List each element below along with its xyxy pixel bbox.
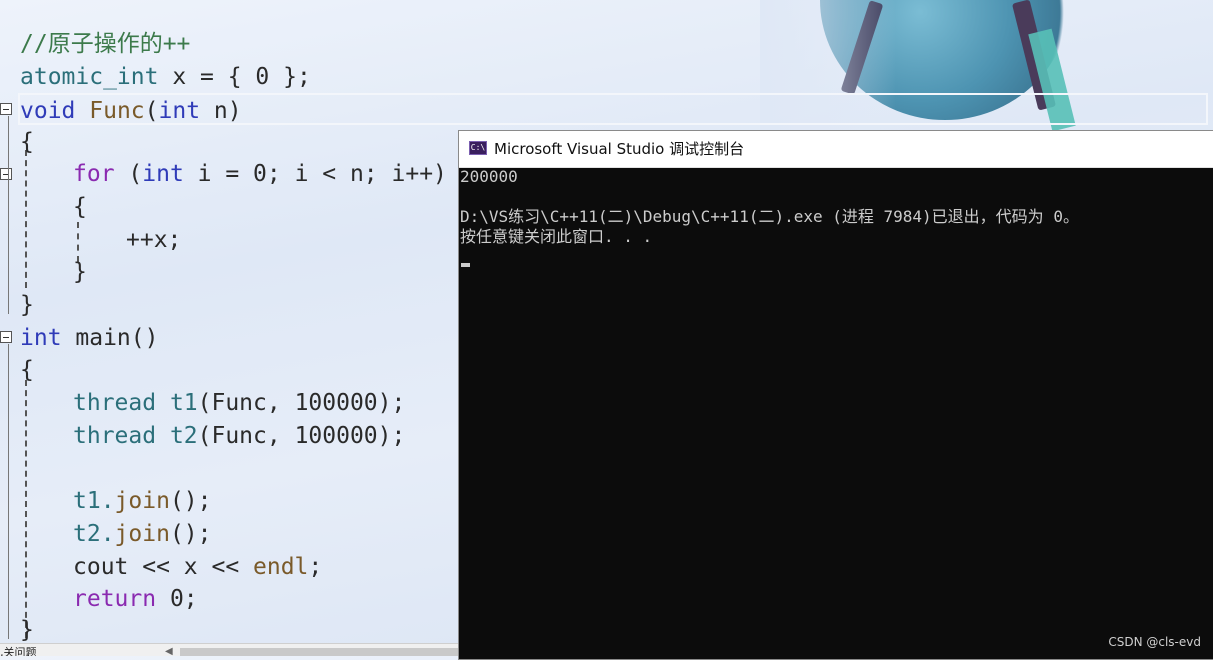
collapse-minus-icon[interactable]: [0, 331, 12, 343]
code-text: {: [20, 357, 34, 383]
code-text: }: [20, 292, 34, 318]
collapse-minus-icon[interactable]: [0, 168, 12, 180]
error-list-panel-strip: ‚关问题 ◀: [0, 643, 460, 656]
variable-name: t1.: [73, 488, 115, 514]
parameter-name: n: [213, 98, 228, 124]
type-token: atomic_int: [20, 64, 159, 90]
code-line: return 0;: [73, 583, 198, 615]
keyword-token: int: [158, 98, 201, 124]
code-text: ();: [169, 521, 212, 547]
variable-name: t1: [156, 390, 198, 416]
keyword-token: int: [20, 325, 62, 351]
function-name: join: [114, 488, 170, 514]
code-text: ): [227, 98, 242, 124]
code-line: {: [73, 191, 87, 223]
type-token: thread: [73, 423, 157, 449]
code-line: {: [20, 354, 34, 386]
console-output-line: 按任意键关闭此窗口. . .: [460, 227, 653, 246]
code-text: cout: [73, 554, 129, 580]
code-line: //原子操作的++: [20, 28, 190, 60]
code-line: }: [73, 256, 87, 288]
code-line: thread t1(Func, 100000);: [73, 387, 405, 419]
code-text: (: [114, 161, 143, 187]
scroll-left-icon[interactable]: ◀: [165, 645, 173, 656]
code-text: ;: [308, 554, 323, 580]
code-text: (: [144, 98, 159, 124]
console-title-bar[interactable]: C:\ Microsoft Visual Studio 调试控制台: [459, 131, 1213, 168]
console-output[interactable]: 200000 D:\VS练习\C++11(二)\Debug\C++11(二).e…: [460, 167, 1213, 659]
function-name: join: [114, 521, 170, 547]
comment: //原子操作的++: [20, 31, 191, 57]
code-text: i = 0; i < n; i++): [183, 161, 447, 187]
keyword-token: void: [20, 98, 76, 124]
code-line: {: [20, 126, 34, 158]
console-output-line: D:\VS练习\C++11(二)\Debug\C++11(二).exe (进程 …: [460, 207, 1079, 226]
console-icon: C:\: [469, 141, 487, 155]
code-line: t1.join();: [73, 485, 211, 517]
code-line: t2.join();: [73, 518, 211, 550]
code-text: x = { 0 };: [158, 64, 311, 90]
code-line: ++x;: [126, 224, 181, 256]
keyword-token: int: [142, 161, 184, 187]
control-keyword: for: [73, 161, 115, 187]
outline-bar: [8, 116, 9, 314]
debug-console-window[interactable]: C:\ Microsoft Visual Studio 调试控制台 200000…: [458, 130, 1213, 660]
watermark: CSDN @cls-evd: [1108, 635, 1201, 649]
variable-name: t2.: [73, 521, 115, 547]
code-text: (Func, 100000);: [197, 423, 406, 449]
function-name: endl: [253, 554, 309, 580]
code-text: main(): [61, 325, 159, 351]
code-text: ();: [169, 488, 212, 514]
code-line: int main(): [20, 322, 158, 354]
control-keyword: return: [73, 586, 157, 612]
variable-name: t2: [156, 423, 198, 449]
type-token: thread: [73, 390, 157, 416]
code-line: for (int i = 0; i < n; i++): [73, 158, 447, 190]
console-output-line: 200000: [460, 167, 518, 186]
code-line: }: [20, 289, 34, 321]
code-text: ++x;: [126, 227, 182, 253]
code-text: }: [73, 259, 87, 285]
code-line: atomic_int x = { 0 };: [20, 61, 311, 93]
indent-guide: [25, 150, 27, 288]
code-text: {: [20, 129, 34, 155]
code-text: }: [20, 617, 34, 643]
code-text: << x <<: [128, 554, 254, 580]
code-text: (Func, 100000);: [197, 390, 406, 416]
outline-bar: [8, 344, 9, 639]
code-line: thread t2(Func, 100000);: [73, 420, 405, 452]
function-name: Func: [89, 98, 145, 124]
text-cursor: [461, 263, 470, 267]
code-text: {: [73, 194, 87, 220]
indent-guide: [25, 380, 27, 638]
code-text: 0;: [156, 586, 198, 612]
console-title: Microsoft Visual Studio 调试控制台: [494, 140, 745, 158]
code-line: }: [20, 614, 34, 646]
code-line: cout << x << endl;: [73, 551, 322, 583]
collapse-minus-icon[interactable]: [0, 103, 12, 115]
current-code-line: void Func(int n): [18, 93, 1208, 125]
